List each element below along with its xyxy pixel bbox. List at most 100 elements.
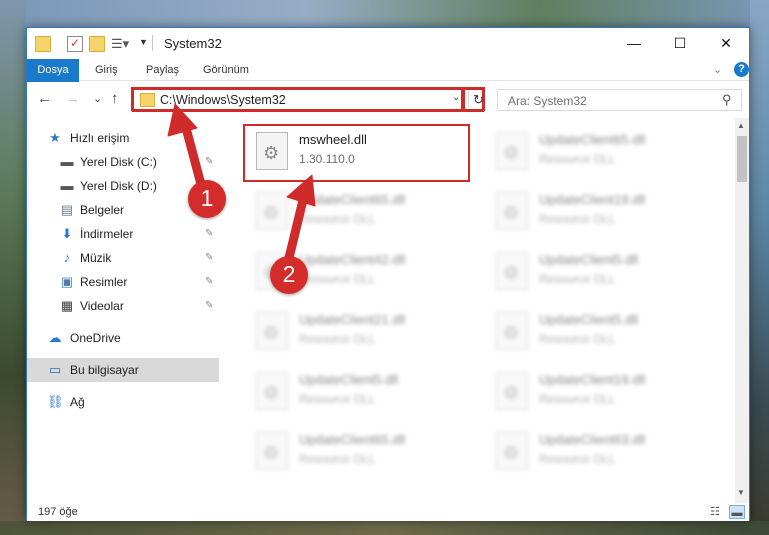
dll-file-icon <box>496 252 528 290</box>
file-item[interactable]: UpdateClient63.dll Resource DLL <box>484 424 714 480</box>
vertical-scrollbar[interactable]: ▲ ▼ <box>735 118 749 503</box>
annotation-badge-2: 2 <box>270 256 308 294</box>
desktop-wallpaper-top <box>0 0 769 27</box>
dll-file-icon <box>256 312 288 350</box>
file-item[interactable]: UpdateClient65.dll Resource DLL <box>244 424 474 480</box>
sidebar-item-label: Hızlı erişim <box>70 131 130 145</box>
file-highlight-box <box>243 124 470 182</box>
sidebar-item-label: Yerel Disk (C:) <box>80 155 157 169</box>
sidebar-item-label: İndirmeler <box>80 227 134 241</box>
download-icon: ⬇ <box>61 226 73 241</box>
file-name: UpdateClient65.dll <box>299 432 406 447</box>
help-icon[interactable]: ? <box>734 62 749 77</box>
quick-access-customize-icon[interactable]: ☰▾ <box>111 36 129 52</box>
file-desc: Resource DLL <box>539 452 616 466</box>
annotation-badge-1: 1 <box>188 180 226 218</box>
status-bar: 197 öğe ☷ ▬ <box>27 503 749 521</box>
pin-icon: ✎ <box>205 156 214 167</box>
folder-icon <box>35 36 51 52</box>
dll-file-icon <box>496 192 528 230</box>
expand-ribbon-icon[interactable]: ⌄ <box>713 63 722 76</box>
dll-file-icon <box>496 132 528 170</box>
recent-locations-button[interactable]: ⌄ <box>93 92 102 105</box>
music-icon: ♪ <box>63 250 71 265</box>
drive-icon: ▬ <box>60 178 74 193</box>
pin-icon: ✎ <box>205 276 214 287</box>
file-item[interactable]: UpdateClient5.dll Resource DLL <box>244 364 474 420</box>
file-desc: Resource DLL <box>299 332 376 346</box>
file-name: UpdateClient19.dll <box>539 372 646 387</box>
sidebar-item-onedrive[interactable]: ☁ OneDrive <box>27 326 219 350</box>
desktop-wallpaper-left <box>0 0 26 535</box>
file-name: UpdateClient42.dll <box>299 252 406 267</box>
tiles-view-icon[interactable]: ▬ <box>729 505 745 519</box>
documents-icon: ▤ <box>60 202 74 217</box>
back-button[interactable]: ← <box>37 90 52 107</box>
dll-file-icon <box>496 312 528 350</box>
file-desc: Resource DLL <box>299 212 376 226</box>
network-icon: ⛓ <box>47 394 64 409</box>
new-folder-icon[interactable] <box>89 36 105 52</box>
tab-paylas[interactable]: Paylaş <box>146 59 179 81</box>
sidebar-item-label: Bu bilgisayar <box>70 363 139 377</box>
file-name: UpdateClient65.dll <box>299 192 406 207</box>
file-name: UpdateClient65.dll <box>539 132 646 147</box>
refresh-highlight-box <box>463 87 485 111</box>
up-button[interactable]: ↑ <box>111 90 119 107</box>
drive-icon: ▬ <box>60 154 74 169</box>
tab-gorunum[interactable]: Görünüm <box>203 59 249 81</box>
file-name: UpdateClient5.dll <box>299 372 399 387</box>
sidebar-item-label: OneDrive <box>70 331 121 345</box>
dll-file-icon <box>256 432 288 470</box>
sidebar-item-quick-access[interactable]: ★ Hızlı erişim <box>27 126 219 150</box>
properties-check-icon[interactable]: ✓ <box>67 36 83 52</box>
sidebar-item-label: Videolar <box>80 299 124 313</box>
file-name: UpdateClient5.dll <box>539 252 639 267</box>
file-item[interactable]: UpdateClient65.dll Resource DLL <box>244 184 474 240</box>
file-desc: Resource DLL <box>299 452 376 466</box>
details-view-icon[interactable]: ☷ <box>707 505 723 519</box>
sidebar-item-music[interactable]: ♪ Müzik ✎ <box>27 246 219 270</box>
file-item[interactable]: UpdateClient5.dll Resource DLL <box>484 244 714 300</box>
quick-access-dropdown-icon[interactable]: ▼ <box>139 37 148 47</box>
file-item[interactable]: UpdateClient5.dll Resource DLL <box>484 304 714 360</box>
ribbon-tabs: Dosya Giriş Paylaş Görünüm ⌄ ? <box>27 59 749 115</box>
sidebar-item-videos[interactable]: ▦ Videolar ✎ <box>27 294 219 318</box>
file-desc: Resource DLL <box>539 212 616 226</box>
close-button[interactable]: ✕ <box>703 28 749 58</box>
file-item[interactable]: UpdateClient19.dll Resource DLL <box>484 364 714 420</box>
file-name: UpdateClient19.dll <box>539 192 646 207</box>
scroll-up-icon[interactable]: ▲ <box>737 121 745 130</box>
file-item[interactable]: UpdateClient19.dll Resource DLL <box>484 184 714 240</box>
sidebar-item-downloads[interactable]: ⬇ İndirmeler ✎ <box>27 222 219 246</box>
file-desc: Resource DLL <box>539 152 616 166</box>
star-icon: ★ <box>49 130 61 145</box>
scroll-down-icon[interactable]: ▼ <box>737 488 745 497</box>
search-icon[interactable]: ⚲ <box>722 92 732 108</box>
file-desc: Resource DLL <box>299 272 376 286</box>
title-bar: ✓ ☰▾ ▼ System32 — ☐ ✕ <box>27 28 749 59</box>
videos-icon: ▦ <box>60 298 74 313</box>
sidebar-item-network[interactable]: ⛓ Ağ <box>27 390 219 414</box>
file-name: UpdateClient21.dll <box>299 312 406 327</box>
maximize-button[interactable]: ☐ <box>657 28 703 58</box>
sidebar-item-this-pc[interactable]: ▭ Bu bilgisayar <box>27 358 219 382</box>
file-item[interactable]: UpdateClient21.dll Resource DLL <box>244 304 474 360</box>
window-title: System32 <box>164 36 222 51</box>
forward-button[interactable]: → <box>65 90 80 107</box>
sidebar-item-disk-c[interactable]: ▬ Yerel Disk (C:) ✎ <box>27 150 219 174</box>
search-box[interactable]: Ara: System32 ⚲ <box>497 89 742 111</box>
scroll-thumb[interactable] <box>737 136 747 182</box>
file-desc: Resource DLL <box>539 332 616 346</box>
sidebar-item-label: Ağ <box>70 395 85 409</box>
tab-giris[interactable]: Giriş <box>95 59 118 81</box>
item-count: 197 öğe <box>38 506 78 518</box>
title-separator <box>152 35 153 51</box>
file-item[interactable]: UpdateClient65.dll Resource DLL <box>484 124 714 180</box>
file-name: UpdateClient5.dll <box>539 312 639 327</box>
sidebar-item-pictures[interactable]: ▣ Resimler ✎ <box>27 270 219 294</box>
minimize-button[interactable]: — <box>611 28 657 58</box>
sidebar-item-label: Müzik <box>80 251 112 265</box>
desktop-wallpaper-right <box>750 0 769 535</box>
sidebar-item-label: Belgeler <box>80 203 125 217</box>
